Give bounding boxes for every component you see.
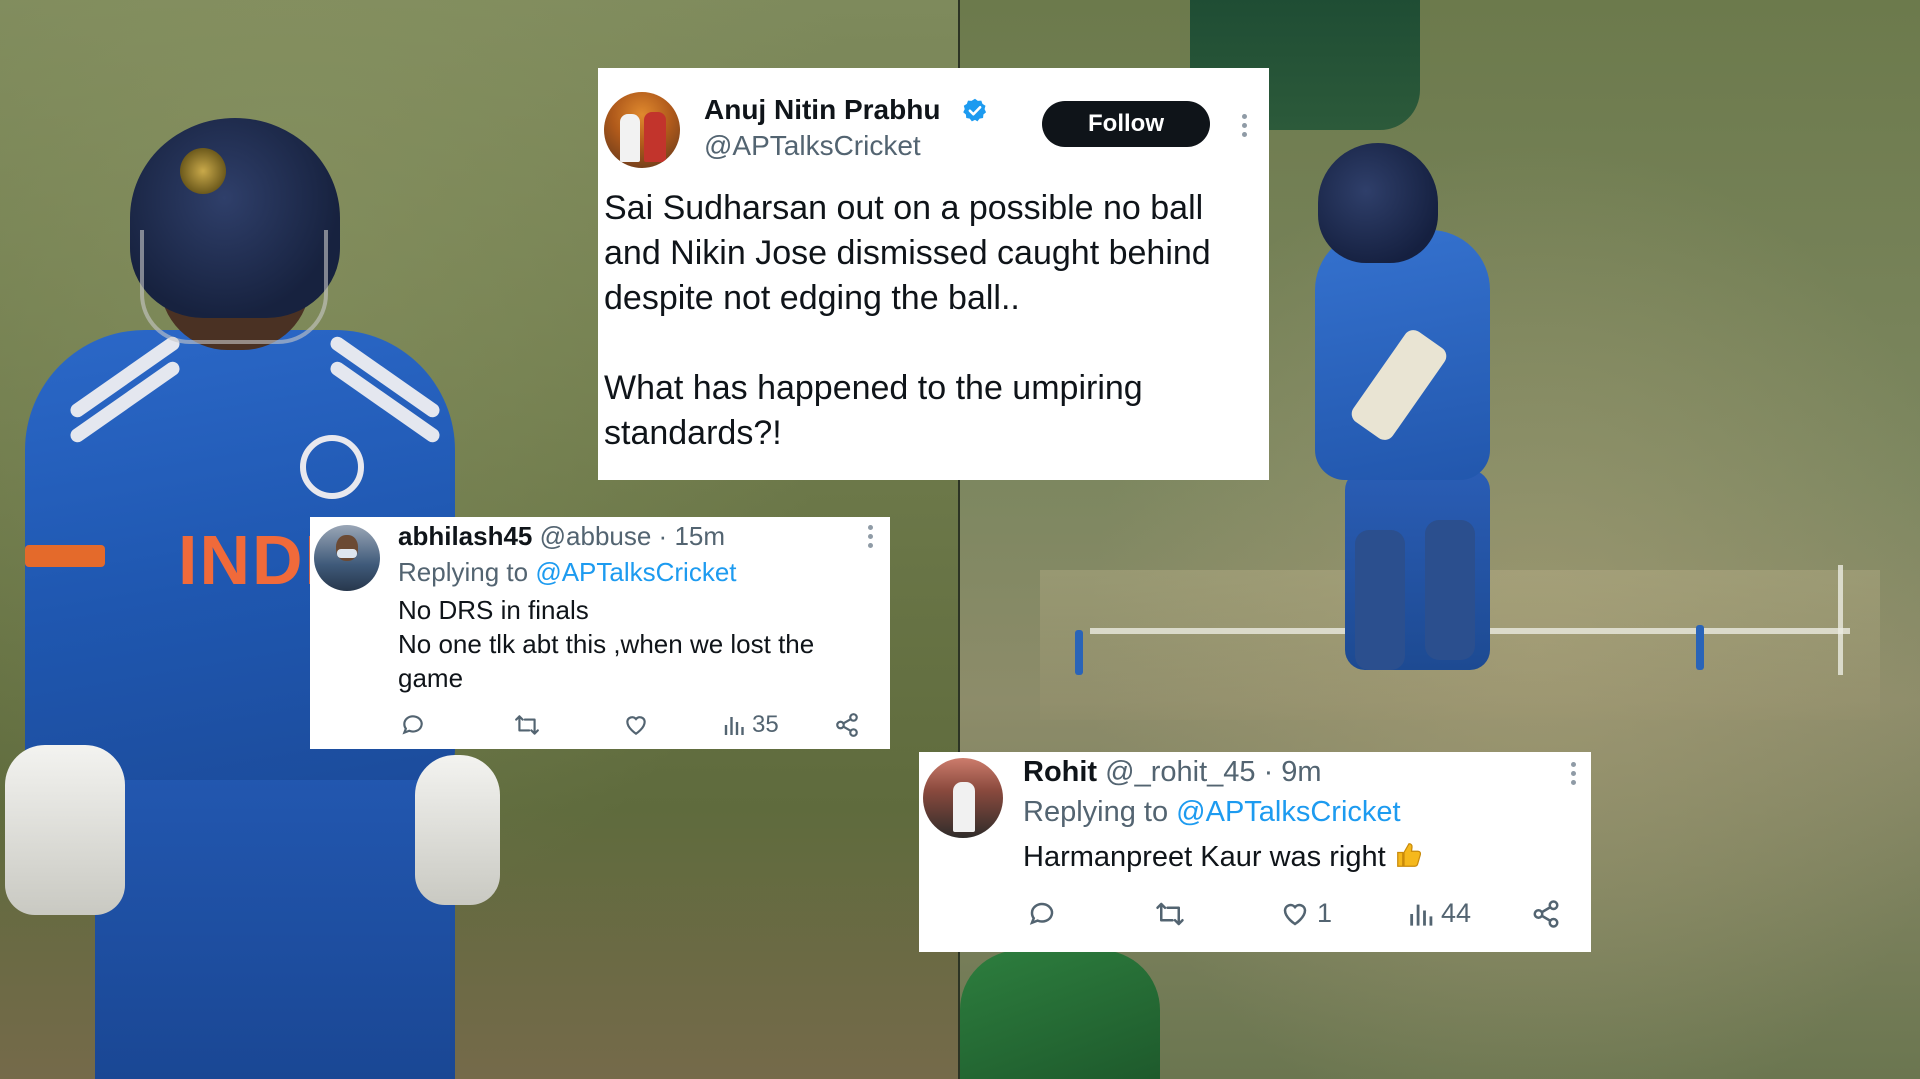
- share-icon: [836, 713, 858, 737]
- stump: [1696, 625, 1704, 670]
- replying-to-label: Replying to: [398, 557, 536, 587]
- reply-avatar[interactable]: [314, 525, 380, 591]
- share-icon: [1533, 899, 1559, 928]
- crease-line: [1838, 565, 1843, 675]
- retweet-button[interactable]: [512, 712, 622, 738]
- like-button[interactable]: 1: [1279, 898, 1407, 929]
- batsman-trousers: [95, 740, 455, 1079]
- author-avatar[interactable]: [604, 92, 680, 168]
- verified-badge-icon: [963, 98, 987, 122]
- retweet-button[interactable]: [1153, 899, 1279, 929]
- reply-header: Rohit @_rohit_45 · 9m: [1023, 756, 1322, 789]
- share-button[interactable]: [834, 712, 860, 738]
- stump: [1075, 630, 1083, 675]
- sleeve-trim: [25, 545, 105, 567]
- reply-line: No DRS in finals: [398, 595, 589, 625]
- batsman-helmet: [1318, 143, 1438, 263]
- more-options-icon[interactable]: [868, 525, 874, 548]
- retweet-icon: [1156, 902, 1184, 925]
- reply-line-text: Harmanpreet Kaur was right: [1023, 841, 1386, 873]
- views-icon: [1410, 904, 1433, 926]
- reply-actions: 1 44: [1027, 898, 1561, 929]
- more-options-icon[interactable]: [1571, 762, 1577, 785]
- like-button[interactable]: [622, 712, 722, 738]
- reply-actions: 35: [400, 711, 860, 739]
- views-count: 44: [1441, 898, 1472, 928]
- likes-count: 1: [1317, 898, 1333, 928]
- left-glove: [5, 745, 125, 915]
- replying-to-link[interactable]: @APTalksCricket: [1176, 796, 1400, 828]
- views-count: 35: [752, 711, 779, 738]
- reply-button[interactable]: [400, 712, 512, 738]
- reply-icon: [402, 715, 423, 735]
- chakra-emblem: [300, 435, 364, 499]
- screenshot-composite: INDI Anuj Nitin Prabhu @APTalksCricket F…: [0, 0, 1920, 1079]
- replying-to-label: Replying to: [1023, 796, 1177, 828]
- tweet-paragraph: What has happened to the umpiring standa…: [604, 369, 1143, 452]
- reply-author-name[interactable]: abhilash45: [398, 521, 532, 551]
- reply-icon: [1029, 902, 1054, 925]
- reply-handle-time: @_rohit_45 · 9m: [1105, 756, 1322, 788]
- thumbs-up-emoji: [1396, 843, 1421, 867]
- reply-text: Harmanpreet Kaur was right: [1023, 838, 1424, 876]
- follow-button[interactable]: Follow: [1042, 101, 1210, 147]
- batting-pad: [1355, 530, 1405, 670]
- reply-line: No one tlk abt this ,when we lost the: [398, 629, 815, 659]
- views-button[interactable]: 35: [722, 711, 834, 739]
- retweet-icon: [515, 715, 539, 735]
- replying-to: Replying to @APTalksCricket: [398, 557, 737, 588]
- reply-card-abhilash45[interactable]: abhilash45 @abbuse · 15m Replying to @AP…: [310, 517, 890, 749]
- replying-to-link[interactable]: @APTalksCricket: [535, 557, 736, 587]
- reply-author-name[interactable]: Rohit: [1023, 756, 1097, 788]
- reply-header: abhilash45 @abbuse · 15m: [398, 521, 725, 552]
- fielder: [960, 950, 1160, 1079]
- replying-to: Replying to @APTalksCricket: [1023, 796, 1401, 829]
- reply-card-rohit[interactable]: Rohit @_rohit_45 · 9m Replying to @APTal…: [919, 752, 1591, 952]
- share-button[interactable]: [1531, 899, 1561, 929]
- more-options-icon[interactable]: [1242, 114, 1248, 137]
- views-icon: [724, 717, 744, 735]
- reply-handle-time: @abbuse · 15m: [539, 521, 726, 551]
- helmet-badge: [180, 148, 226, 194]
- tweet-paragraph: Sai Sudharsan out on a possible no ball …: [604, 189, 1211, 317]
- tweet-text: Sai Sudharsan out on a possible no ball …: [604, 186, 1254, 501]
- reply-line: Harmanpreet Kaur was right: [1023, 838, 1424, 876]
- like-icon: [1283, 903, 1307, 925]
- main-tweet-card[interactable]: Anuj Nitin Prabhu @APTalksCricket Follow…: [598, 68, 1269, 480]
- reply-line: game: [398, 663, 464, 693]
- reply-button[interactable]: [1027, 899, 1153, 929]
- author-name[interactable]: Anuj Nitin Prabhu: [704, 94, 940, 126]
- author-handle[interactable]: @APTalksCricket: [704, 130, 921, 162]
- helmet-grille: [140, 230, 328, 344]
- reply-avatar[interactable]: [923, 758, 1003, 838]
- views-button[interactable]: 44: [1407, 898, 1531, 929]
- right-glove: [415, 755, 500, 905]
- jersey-lettering: INDI: [178, 521, 326, 599]
- reply-text: No DRS in finals No one tlk abt this ,wh…: [398, 593, 814, 695]
- batting-pad: [1425, 520, 1475, 660]
- like-icon: [626, 716, 646, 735]
